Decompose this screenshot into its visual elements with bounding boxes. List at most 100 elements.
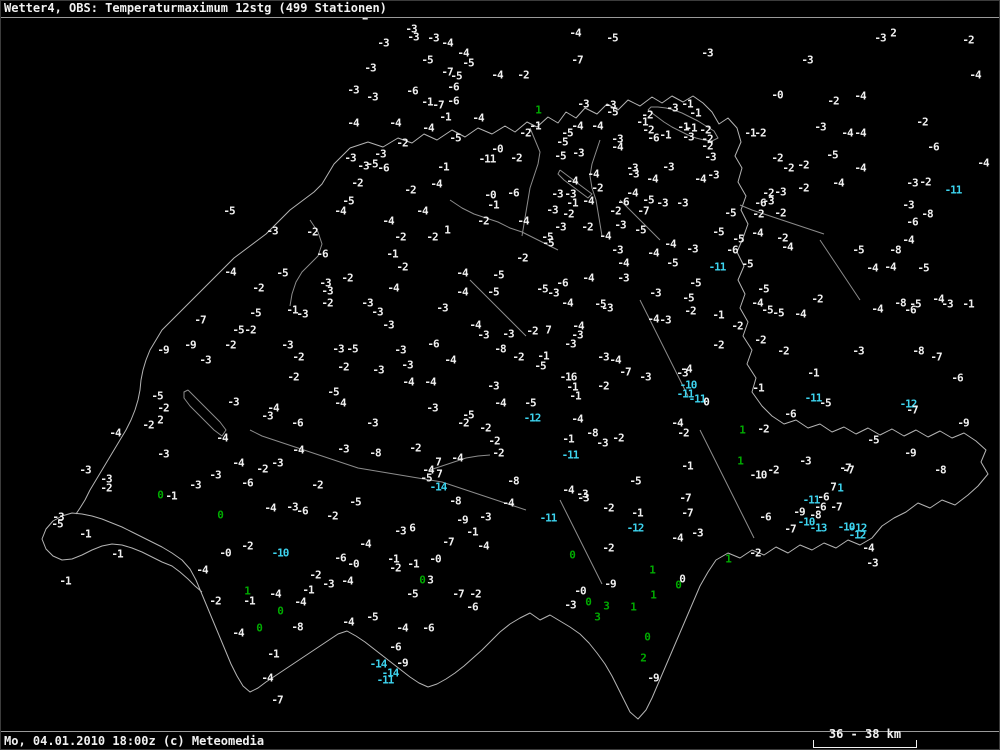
station-temp-value: -6 (726, 243, 738, 257)
station-temp-value: -1 (267, 647, 279, 661)
station-temp-value: 0 (419, 573, 426, 587)
station-temp-value: 3 (603, 599, 610, 613)
station-temp-value: -4 (422, 121, 434, 135)
window-title: Wetter4, OBS: Temperaturmaximum 12stg (4… (0, 0, 1000, 18)
station-temp-value: -4 (647, 246, 659, 260)
station-temp-value: -5 (449, 131, 461, 145)
station-temp-value: -2 (341, 271, 353, 285)
station-temp-value: -5 (917, 261, 929, 275)
station-temp-value: -4 (582, 271, 594, 285)
station-temp-value: -7 (679, 491, 691, 505)
station-temp-value: 1 (737, 454, 744, 468)
station-temp-value: -4 (387, 281, 399, 295)
station-temp-value: -7 (442, 535, 454, 549)
station-temp-value: -4 (781, 240, 793, 254)
station-temp-value: -4 (294, 595, 306, 609)
station-temp-value: 6 (409, 521, 416, 535)
scale-label: 36 - 38 km (828, 727, 902, 741)
station-temp-value: -4 (269, 587, 281, 601)
station-temp-value: -11 (708, 260, 727, 274)
station-temp-value: -4 (109, 426, 121, 440)
station-temp-value: -4 (494, 396, 506, 410)
station-temp-value: -12 (626, 521, 645, 535)
station-temp-value: -2 (767, 463, 779, 477)
station-temp-value: -6 (927, 140, 939, 154)
station-temp-value: -7 (681, 506, 693, 520)
station-temp-value: -4 (617, 256, 629, 270)
scale-bracket (813, 740, 917, 748)
station-temp-value: -3 (866, 556, 878, 570)
station-temp-value: -4 (382, 214, 394, 228)
station-temp-value: -3 (801, 53, 813, 67)
station-temp-value: -4 (664, 237, 676, 251)
station-temp-value: -3 (502, 327, 514, 341)
station-temp-value: -3 (332, 342, 344, 356)
station-temp-value: -6 (906, 215, 918, 229)
station-temp-value: -4 (334, 204, 346, 218)
station-temp-value: -2 (244, 323, 256, 337)
station-temp-value: 1 (650, 588, 657, 602)
station-temp-value: -7 (930, 350, 942, 364)
station-temp-value: -6 (334, 551, 346, 565)
station-temp-value: -3 (554, 220, 566, 234)
station-temp-value: -3 (261, 409, 273, 423)
station-temp-value: -4 (491, 68, 503, 82)
station-temp-value: -5 (606, 105, 618, 119)
station-values-layer[interactable]: -5-2-3-3-3-3-4-5-4-5-7-5-6-4-3-3-3-6-1-7… (0, 0, 1000, 750)
station-temp-value: -4 (347, 116, 359, 130)
station-temp-value: -2 (389, 561, 401, 575)
station-temp-value: -4 (502, 496, 514, 510)
station-temp-value: -5 (712, 225, 724, 239)
station-temp-value: -4 (871, 302, 883, 316)
station-temp-value: -2 (581, 220, 593, 234)
station-temp-value: -5 (232, 323, 244, 337)
station-temp-value: 0 (277, 604, 284, 618)
station-temp-value: -7 (830, 500, 842, 514)
station-temp-value: -4 (292, 443, 304, 457)
station-temp-value: -2 (512, 350, 524, 364)
station-temp-value: -7 (571, 53, 583, 67)
station-temp-value: -3 (347, 83, 359, 97)
station-temp-value: -4 (884, 260, 896, 274)
station-temp-value: -1 (712, 308, 724, 322)
station-temp-value: -2 (351, 176, 363, 190)
station-temp-value: -4 (444, 353, 456, 367)
station-temp-value: -5 (826, 148, 838, 162)
station-temp-value: -2 (326, 509, 338, 523)
station-temp-value: -3 (577, 491, 589, 505)
station-temp-value: -3 (199, 353, 211, 367)
station-temp-value: -1 (529, 119, 541, 133)
station-temp-value: -4 (472, 111, 484, 125)
station-temp-value: -3 (427, 31, 439, 45)
station-temp-value: -2 (396, 136, 408, 150)
station-temp-value: -2 (469, 587, 481, 601)
station-temp-value: -5 (542, 236, 554, 250)
station-temp-value: -2 (517, 68, 529, 82)
station-temp-value: -4 (854, 89, 866, 103)
station-temp-value: -2 (774, 206, 786, 220)
station-temp-value: -3 (382, 318, 394, 332)
station-temp-value: -4 (862, 541, 874, 555)
station-temp-value: -2 (771, 151, 783, 165)
station-temp-value: -6 (427, 337, 439, 351)
station-temp-value: -3 (377, 36, 389, 50)
station-temp-value: -4 (751, 226, 763, 240)
station-temp-value: -14 (429, 480, 448, 494)
station-temp-value: -4 (566, 174, 578, 188)
station-temp-value: -3 (426, 401, 438, 415)
station-temp-value: -2 (712, 338, 724, 352)
station-temp-value: -8 (291, 620, 303, 634)
station-temp-value: -11 (944, 183, 963, 197)
station-temp-value: -1 (79, 527, 91, 541)
station-temp-value: -1 (165, 489, 177, 503)
station-temp-value: -3 (394, 524, 406, 538)
station-temp-value: -5 (634, 223, 646, 237)
station-temp-value: -3 (281, 338, 293, 352)
station-temp-value: -2 (757, 422, 769, 436)
station-temp-value: -4 (571, 119, 583, 133)
station-temp-value: -2 (752, 207, 764, 221)
station-temp-value: -4 (456, 266, 468, 280)
station-temp-value: -2 (827, 94, 839, 108)
station-temp-value: -3 (666, 101, 678, 115)
station-temp-value: -8 (507, 474, 519, 488)
